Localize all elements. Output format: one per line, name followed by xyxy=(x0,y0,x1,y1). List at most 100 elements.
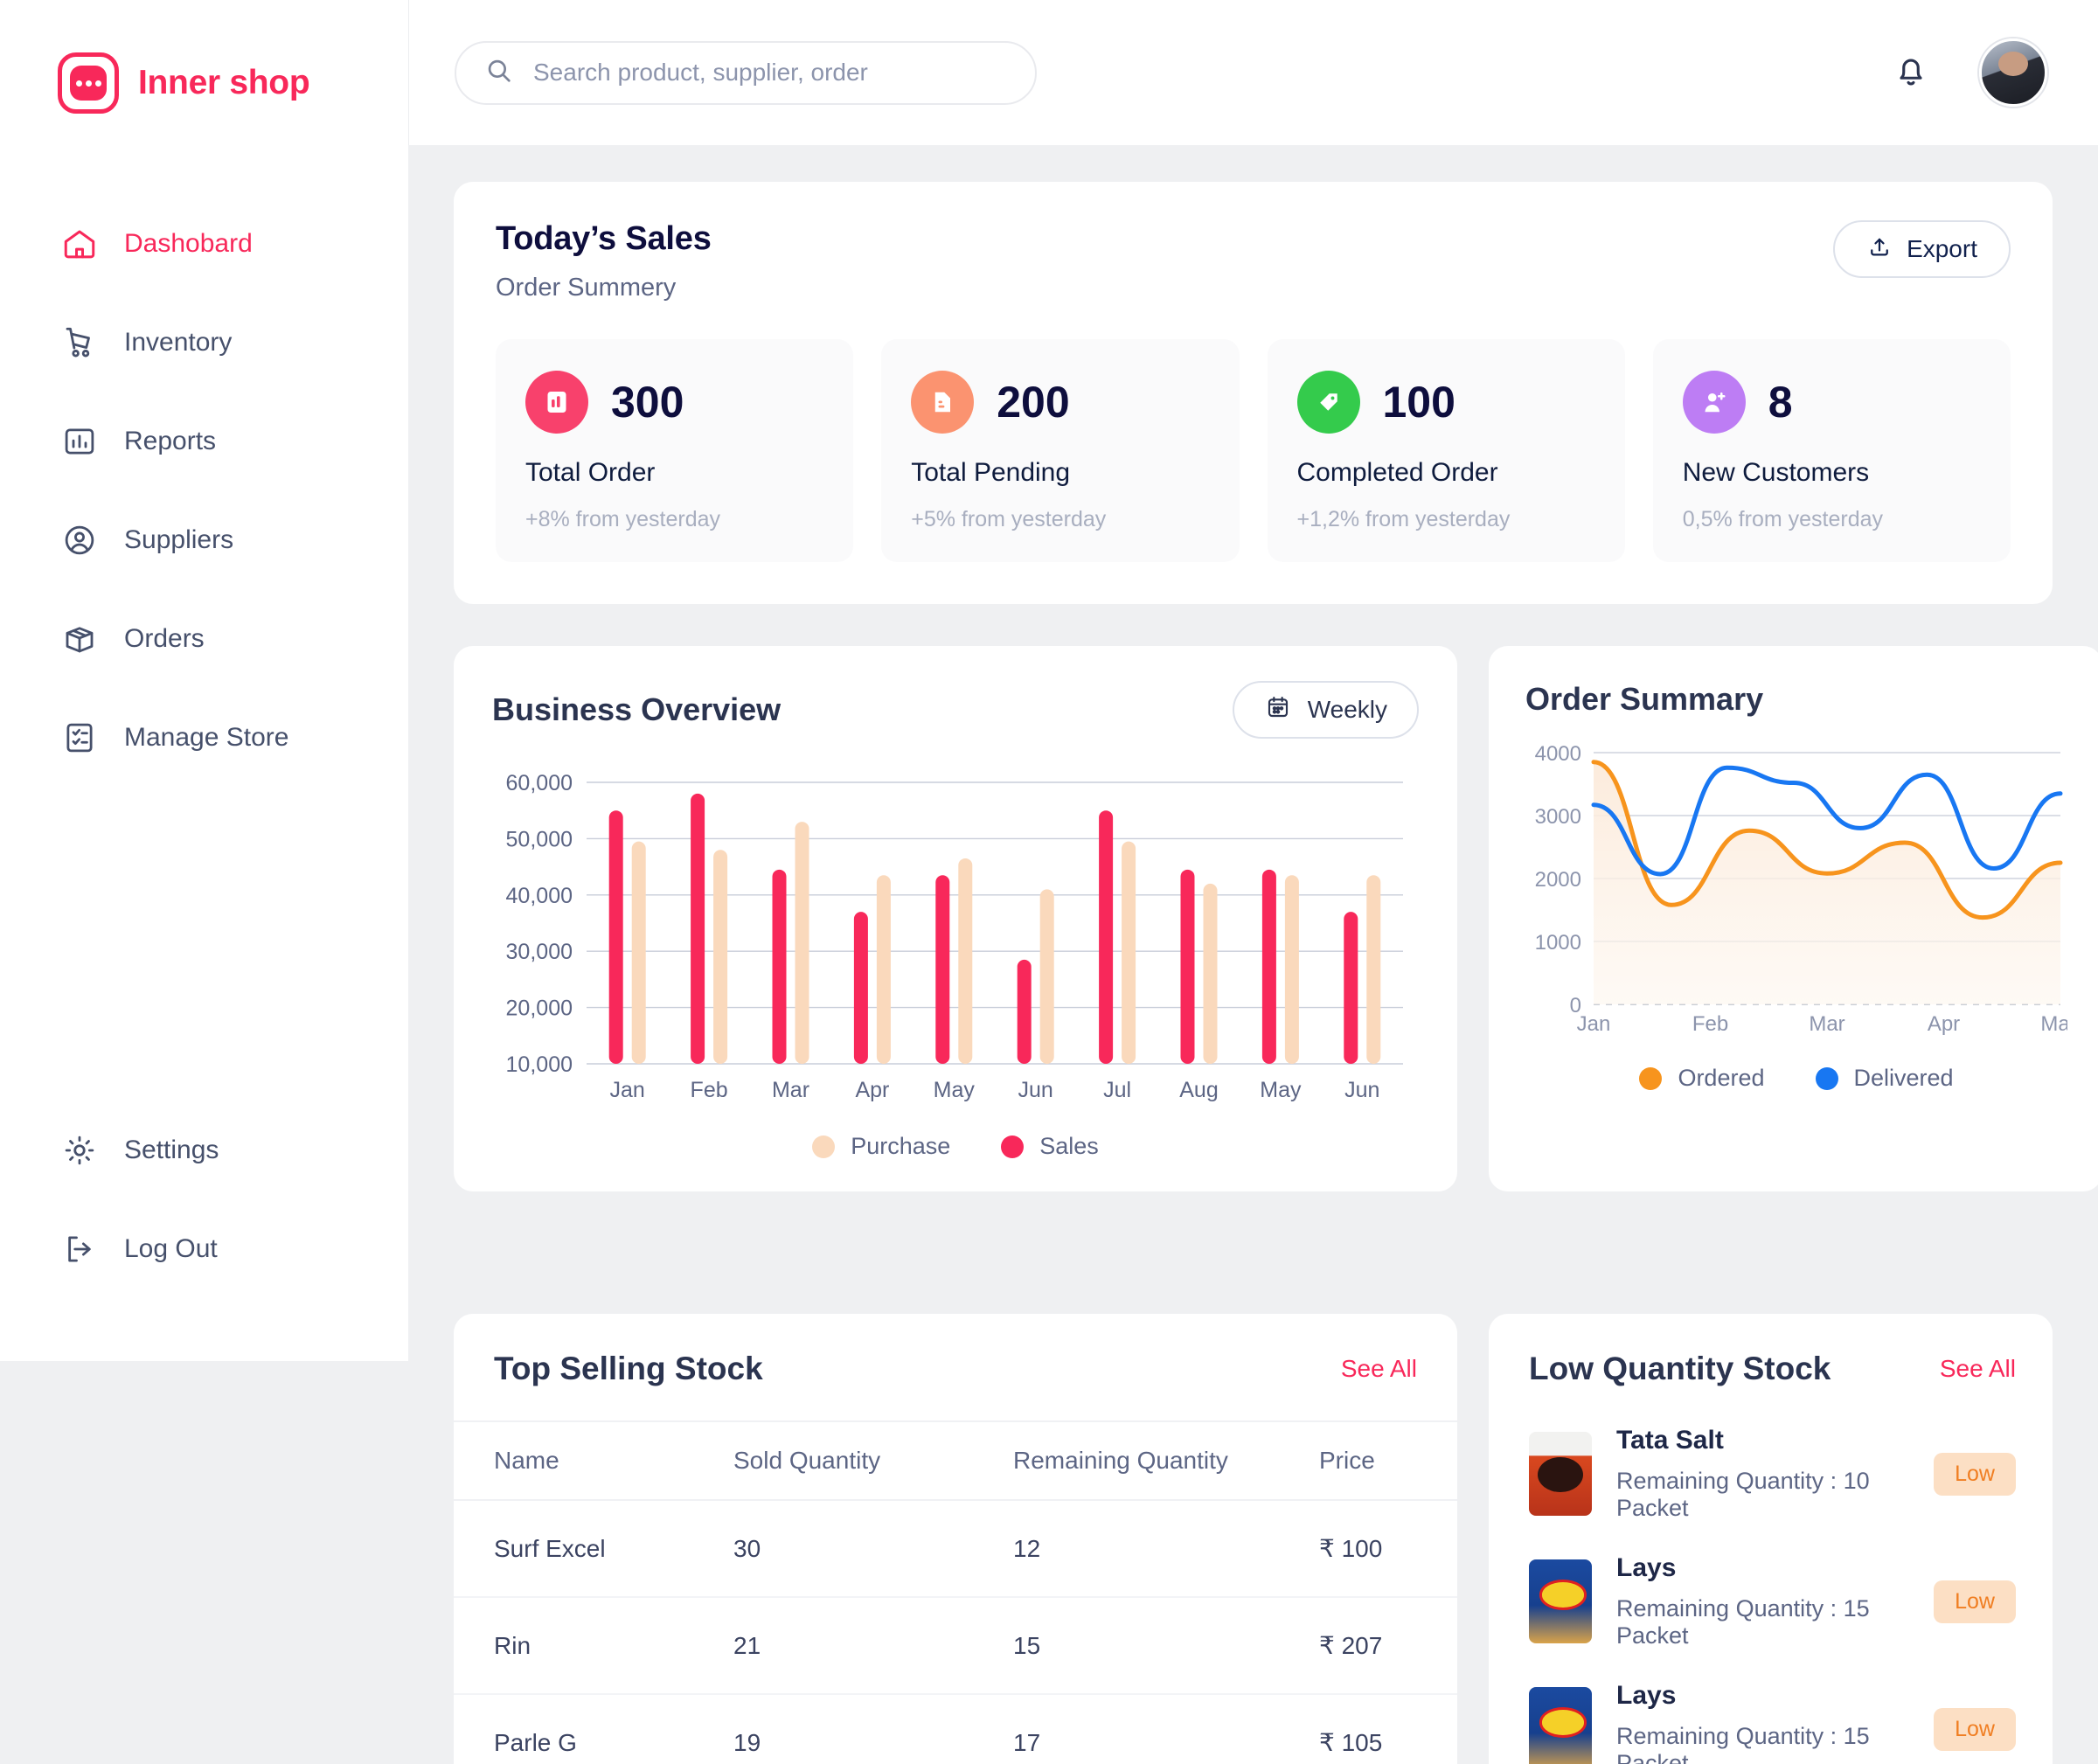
column-header-name: Name xyxy=(454,1420,733,1501)
sidebar-item-suppliers[interactable]: Suppliers xyxy=(0,490,408,589)
column-header-sold: Sold Quantity xyxy=(733,1420,1013,1501)
top-selling-see-all[interactable]: See All xyxy=(1341,1355,1417,1383)
sidebar-item-logout[interactable]: Log Out xyxy=(0,1199,408,1298)
sidebar-item-label: Manage Store xyxy=(124,722,289,752)
stat-delta: +8% from yesterday xyxy=(525,507,721,531)
sidebar-item-label: Orders xyxy=(124,623,205,653)
export-button[interactable]: Export xyxy=(1833,220,2011,278)
top-bar xyxy=(408,0,2098,145)
svg-text:Jul: Jul xyxy=(1103,1078,1131,1102)
svg-text:Jun: Jun xyxy=(1344,1078,1379,1102)
svg-text:4000: 4000 xyxy=(1535,742,1581,766)
charts-row: Business Overview Weekly 10,000 20,000 30,… xyxy=(454,646,2098,1191)
search-bar[interactable] xyxy=(455,40,1037,105)
legend-swatch xyxy=(1639,1066,1663,1090)
stat-delta: +5% from yesterday xyxy=(911,507,1107,531)
sidebar-item-label: Settings xyxy=(124,1135,219,1164)
table-row: Parle G 19 17 ₹ 105 xyxy=(454,1694,1457,1764)
status-badge: Low xyxy=(1934,1707,2016,1751)
weekly-range-selector[interactable]: Weekly xyxy=(1232,681,1419,739)
order-summary-card: Order Summary 0 1000 2000 3000 4000 Jan Feb Mar… xyxy=(1489,646,2098,1191)
stat-card-total-order: 300 Total Order +8% from yesterday xyxy=(496,339,854,562)
todays-sales-card: Today’s Sales Order Summery Export 300 T… xyxy=(454,182,2053,604)
list-item[interactable]: Lays Remaining Quantity : 15 Packet Low xyxy=(1489,1538,2053,1665)
cell-sold: 19 xyxy=(733,1694,1013,1764)
todays-sales-title: Today’s Sales xyxy=(496,220,712,257)
stat-label: Total Pending xyxy=(911,458,1071,487)
stat-delta: +1,2% from yesterday xyxy=(1296,507,1511,531)
low-quantity-title: Low Quantity Stock xyxy=(1529,1351,1831,1386)
notification-bell-icon[interactable] xyxy=(1892,52,1930,94)
legend-delivered: Delivered xyxy=(1815,1065,1954,1092)
business-overview-card: Business Overview Weekly 10,000 20,000 30,… xyxy=(454,646,1457,1191)
legend-sales: Sales xyxy=(1001,1133,1099,1160)
sidebar-item-manage-store[interactable]: Manage Store xyxy=(0,688,408,787)
sidebar-item-reports[interactable]: Reports xyxy=(0,392,408,490)
bar-chart-icon xyxy=(61,423,98,460)
sidebar: Inner shop Dashobard Inventory Reports S… xyxy=(0,0,408,1361)
gear-icon xyxy=(61,1132,98,1169)
export-button-label: Export xyxy=(1907,235,1977,262)
sidebar-item-dashboard[interactable]: Dashobard xyxy=(0,194,408,293)
legend-label: Ordered xyxy=(1678,1065,1765,1091)
user-circle-icon xyxy=(61,522,98,559)
low-quantity-see-all[interactable]: See All xyxy=(1940,1355,2016,1383)
cell-price: ₹ 100 xyxy=(1319,1500,1457,1598)
svg-text:40,000: 40,000 xyxy=(506,884,573,908)
cell-sold: 21 xyxy=(733,1597,1013,1695)
table-row: Rin 21 15 ₹ 207 xyxy=(454,1597,1457,1695)
business-overview-legend: Purchase Sales xyxy=(492,1133,1419,1160)
cell-sold: 30 xyxy=(733,1500,1013,1598)
sidebar-item-inventory[interactable]: Inventory xyxy=(0,293,408,392)
status-badge: Low xyxy=(1934,1452,2016,1496)
stat-delta: 0,5% from yesterday xyxy=(1682,507,1884,531)
stat-value: 200 xyxy=(997,378,1070,427)
legend-swatch xyxy=(812,1135,836,1158)
svg-text:May: May xyxy=(1260,1078,1302,1102)
product-thumbnail xyxy=(1529,1432,1592,1516)
sidebar-bottom-nav: Settings Log Out xyxy=(0,1101,408,1361)
weekly-label: Weekly xyxy=(1307,696,1387,723)
svg-text:Feb: Feb xyxy=(1692,1012,1728,1036)
svg-text:3000: 3000 xyxy=(1535,805,1581,829)
svg-text:Apr: Apr xyxy=(1928,1012,1960,1036)
search-input[interactable] xyxy=(533,59,1007,87)
sidebar-item-orders[interactable]: Orders xyxy=(0,589,408,688)
business-overview-title: Business Overview xyxy=(492,691,782,727)
tag-icon xyxy=(1296,371,1360,434)
sidebar-item-settings[interactable]: Settings xyxy=(0,1101,408,1199)
legend-swatch xyxy=(1001,1135,1025,1158)
svg-text:Mar: Mar xyxy=(1809,1012,1844,1036)
cell-name: Rin xyxy=(454,1597,733,1695)
stat-card-new-customers: 8 New Customers 0,5% from yesterday xyxy=(1652,339,2011,562)
sidebar-item-label: Reports xyxy=(124,426,217,455)
document-icon xyxy=(911,371,975,434)
cell-name: Surf Excel xyxy=(454,1500,733,1598)
column-header-remaining: Remaining Quantity xyxy=(1013,1420,1319,1501)
top-selling-table: Name Sold Quantity Remaining Quantity Pr… xyxy=(454,1420,1457,1764)
product-quantity: Remaining Quantity : 10 Packet xyxy=(1616,1468,1870,1521)
list-item[interactable]: Lays Remaining Quantity : 15 Packet Low xyxy=(1489,1665,2053,1764)
low-quantity-stock-card: Low Quantity Stock See All Tata Salt Rem… xyxy=(1489,1314,2053,1764)
stat-value: 100 xyxy=(1382,378,1455,427)
product-thumbnail xyxy=(1529,1559,1592,1643)
dashboard-root: Inner shop Dashobard Inventory Reports S… xyxy=(0,0,2098,1764)
box-icon xyxy=(61,621,98,657)
cell-name: Parle G xyxy=(454,1694,733,1764)
table-row: Surf Excel 30 12 ₹ 100 xyxy=(454,1500,1457,1598)
bar-chart-icon xyxy=(525,371,588,434)
svg-text:May: May xyxy=(2040,1012,2067,1036)
product-name: Lays xyxy=(1616,1553,1677,1582)
user-avatar[interactable] xyxy=(1979,38,2047,107)
status-badge: Low xyxy=(1934,1580,2016,1623)
sidebar-item-label: Suppliers xyxy=(124,524,234,554)
svg-text:30,000: 30,000 xyxy=(506,940,573,964)
list-item[interactable]: Tata Salt Remaining Quantity : 10 Packet… xyxy=(1489,1410,2053,1538)
stat-label: Total Order xyxy=(525,458,656,487)
brand-logo[interactable]: Inner shop xyxy=(0,35,408,114)
main-area: Today’s Sales Order Summery Export xyxy=(408,0,2098,1764)
svg-text:50,000: 50,000 xyxy=(506,827,573,851)
legend-label: Delivered xyxy=(1853,1065,1954,1091)
order-summary-title: Order Summary xyxy=(1525,681,1764,717)
svg-text:Apr: Apr xyxy=(855,1078,889,1102)
